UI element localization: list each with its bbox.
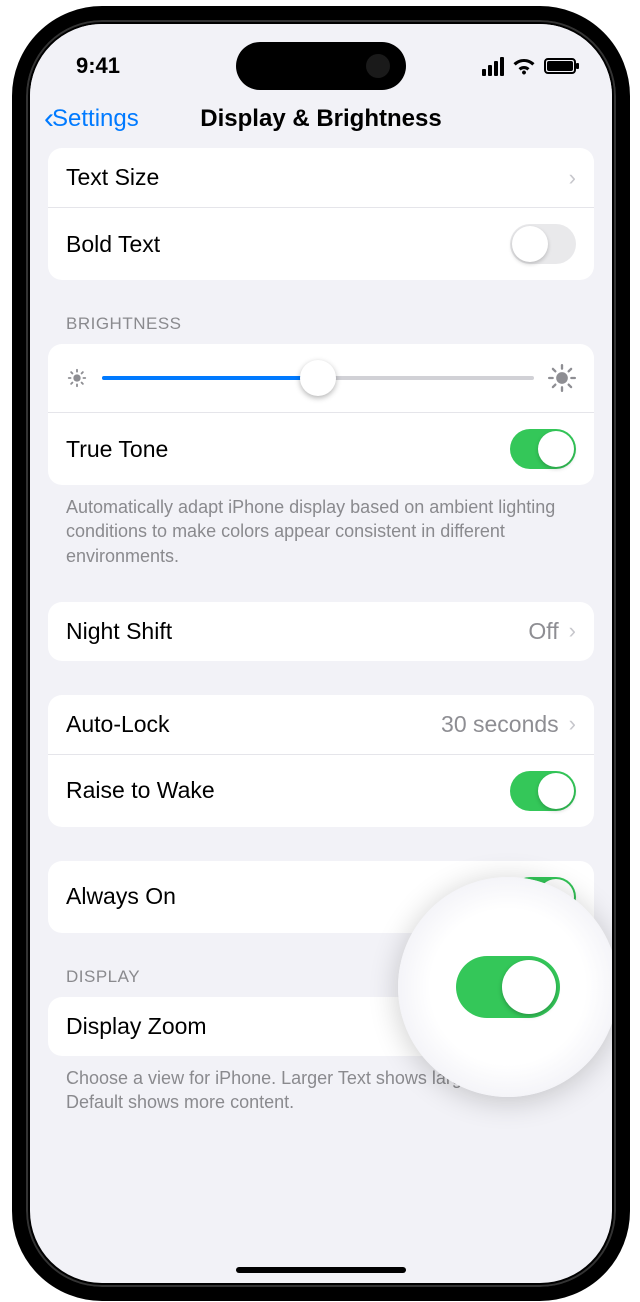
- row-label: Auto-Lock: [66, 711, 441, 738]
- row-text-size[interactable]: Text Size ›: [48, 148, 594, 207]
- row-label: True Tone: [66, 436, 510, 463]
- cellular-signal-icon: [482, 57, 504, 76]
- toggle-bold-text[interactable]: [510, 224, 576, 264]
- battery-icon: [544, 58, 576, 74]
- row-raise-to-wake[interactable]: Raise to Wake: [48, 754, 594, 827]
- section-header-brightness: BRIGHTNESS: [48, 280, 594, 344]
- brightness-slider[interactable]: [102, 376, 534, 380]
- lock-group: Auto-Lock 30 seconds › Raise to Wake: [48, 695, 594, 827]
- night-shift-group: Night Shift Off ›: [48, 602, 594, 661]
- row-true-tone[interactable]: True Tone: [48, 412, 594, 485]
- chevron-right-icon: ›: [569, 165, 576, 191]
- brightness-group: True Tone: [48, 344, 594, 485]
- toggle-raise-to-wake[interactable]: [510, 771, 576, 811]
- toggle-true-tone[interactable]: [510, 429, 576, 469]
- back-button[interactable]: ‹ Settings: [44, 104, 139, 134]
- row-label: Bold Text: [66, 231, 510, 258]
- wifi-icon: [512, 57, 536, 75]
- footer-true-tone: Automatically adapt iPhone display based…: [48, 485, 594, 568]
- row-brightness-slider[interactable]: [48, 344, 594, 412]
- chevron-right-icon: ›: [569, 618, 576, 644]
- back-label: Settings: [52, 105, 139, 133]
- row-label: Text Size: [66, 164, 569, 191]
- row-bold-text[interactable]: Bold Text: [48, 207, 594, 280]
- row-auto-lock[interactable]: Auto-Lock 30 seconds ›: [48, 695, 594, 754]
- slider-knob[interactable]: [300, 360, 336, 396]
- row-value: 30 seconds: [441, 711, 559, 738]
- chevron-right-icon: ›: [569, 711, 576, 737]
- magnifier-callout: [398, 877, 612, 1097]
- slider-fill: [102, 376, 318, 380]
- nav-bar: ‹ Settings Display & Brightness: [30, 86, 612, 148]
- row-night-shift[interactable]: Night Shift Off ›: [48, 602, 594, 661]
- text-group: Text Size › Bold Text: [48, 148, 594, 280]
- sun-min-icon: [66, 367, 88, 389]
- sun-max-icon: [548, 364, 576, 392]
- status-time: 9:41: [76, 53, 120, 79]
- home-indicator[interactable]: [236, 1267, 406, 1273]
- toggle-always-on-zoomed: [456, 956, 560, 1018]
- row-label: Night Shift: [66, 618, 528, 645]
- row-label: Raise to Wake: [66, 777, 510, 804]
- row-value: Off: [528, 618, 558, 645]
- dynamic-island: [236, 42, 406, 90]
- phone-frame: 9:41 ‹ Settings Display & Brightness: [12, 6, 630, 1301]
